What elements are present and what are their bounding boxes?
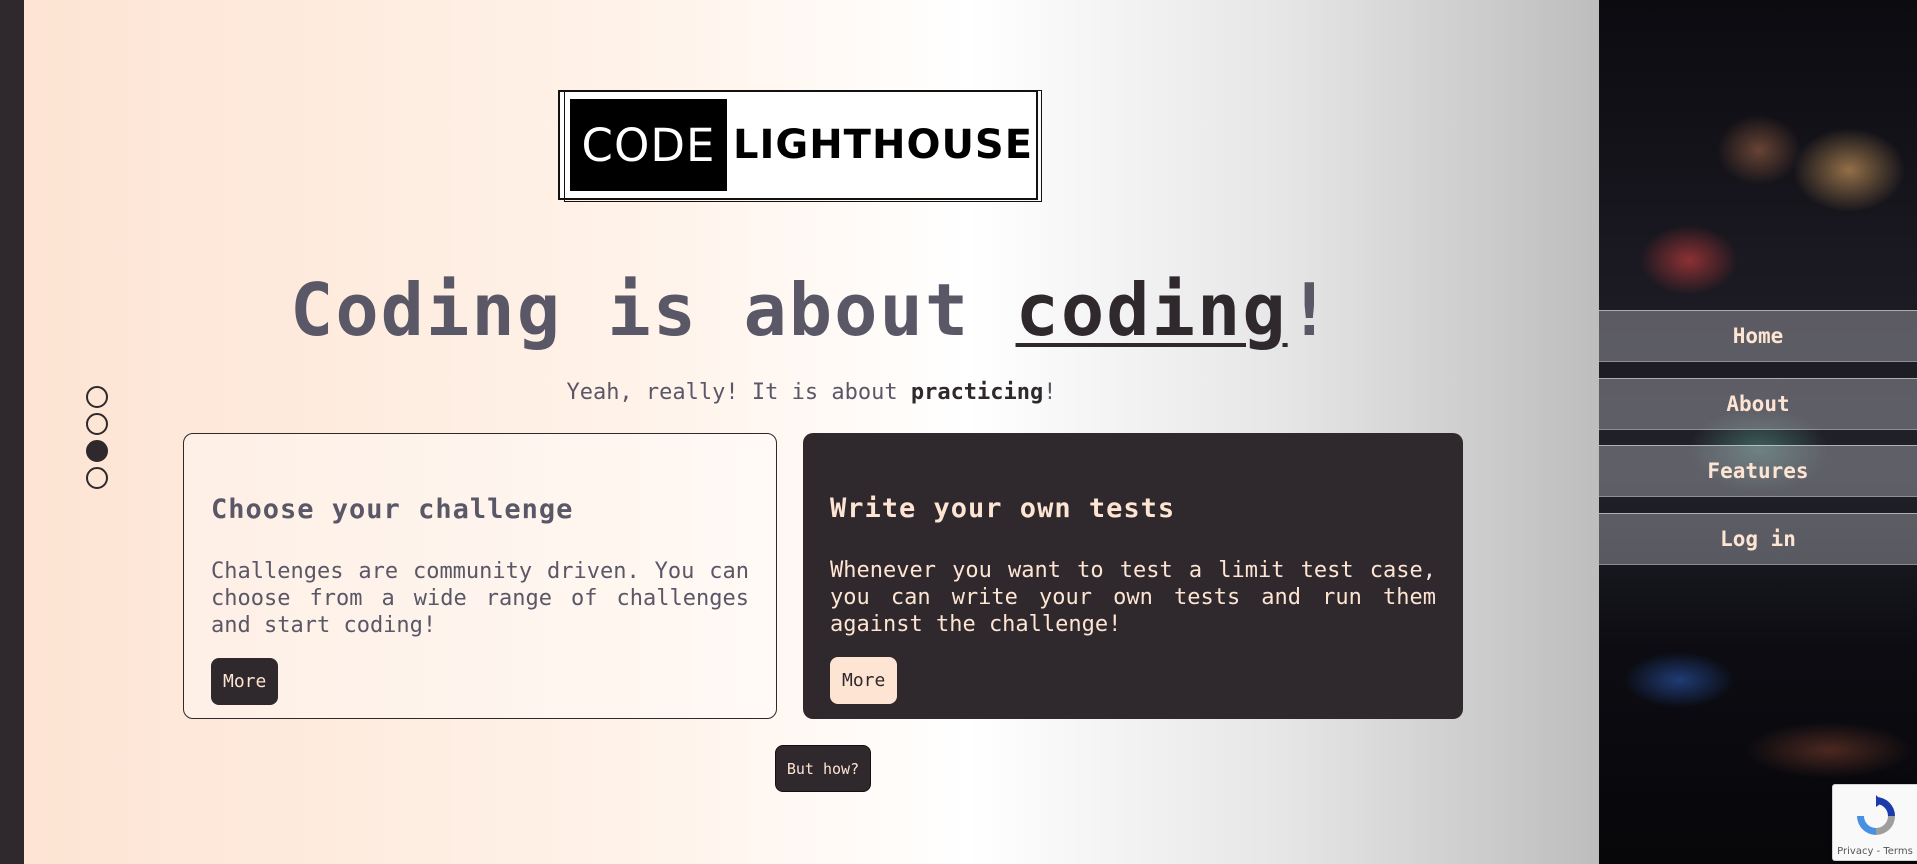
nav-item-home[interactable]: Home: [1599, 310, 1917, 362]
carousel-dot-2[interactable]: [86, 413, 108, 435]
subheading-bold: practicing: [910, 380, 1044, 405]
subheading-suffix: !: [1043, 380, 1057, 405]
subheading-text: Yeah, really! It is about: [566, 380, 911, 405]
but-how-button[interactable]: But how?: [775, 745, 871, 792]
card-description: Whenever you want to test a limit test c…: [830, 558, 1436, 637]
recaptcha-links: Privacy - Terms: [1833, 846, 1917, 857]
carousel-indicator: [86, 386, 108, 494]
logo-frame: [564, 90, 1042, 202]
card-description: Challenges are community driven. You can…: [211, 559, 749, 638]
recaptcha-separator: -: [1873, 846, 1884, 857]
nav-item-about[interactable]: About: [1599, 378, 1917, 430]
carousel-dot-4[interactable]: [86, 467, 108, 489]
page-headline: Coding is about coding!: [24, 268, 1599, 352]
card-title: Choose your challenge: [211, 494, 574, 525]
headline-text: Coding is about: [289, 268, 1016, 352]
more-button[interactable]: More: [211, 658, 279, 705]
carousel-dot-1[interactable]: [86, 386, 108, 408]
terms-link[interactable]: Terms: [1883, 846, 1912, 857]
carousel-dot-3[interactable]: [86, 440, 108, 462]
privacy-link[interactable]: Privacy: [1837, 846, 1873, 857]
main-content: CODE LIGHTHOUSE Coding is about coding! …: [24, 0, 1599, 864]
recaptcha-icon: [1857, 795, 1895, 835]
headline-suffix: !: [1287, 268, 1333, 352]
feature-card-tests: Write your own tests Whenever you want t…: [803, 433, 1463, 719]
site-logo[interactable]: CODE LIGHTHOUSE: [558, 90, 1042, 202]
card-title: Write your own tests: [830, 493, 1176, 524]
page-subheading: Yeah, really! It is about practicing!: [24, 380, 1599, 405]
nav-item-features[interactable]: Features: [1599, 445, 1917, 497]
more-button[interactable]: More: [830, 657, 898, 704]
nav-item-login[interactable]: Log in: [1599, 513, 1917, 565]
sidebar-nav: Home About Features Log in: [1599, 0, 1917, 864]
recaptcha-badge[interactable]: Privacy - Terms: [1832, 784, 1917, 861]
feature-card-challenge: Choose your challenge Challenges are com…: [183, 433, 777, 719]
left-edge-strip: [0, 0, 24, 864]
headline-emphasis: coding: [1015, 268, 1288, 352]
